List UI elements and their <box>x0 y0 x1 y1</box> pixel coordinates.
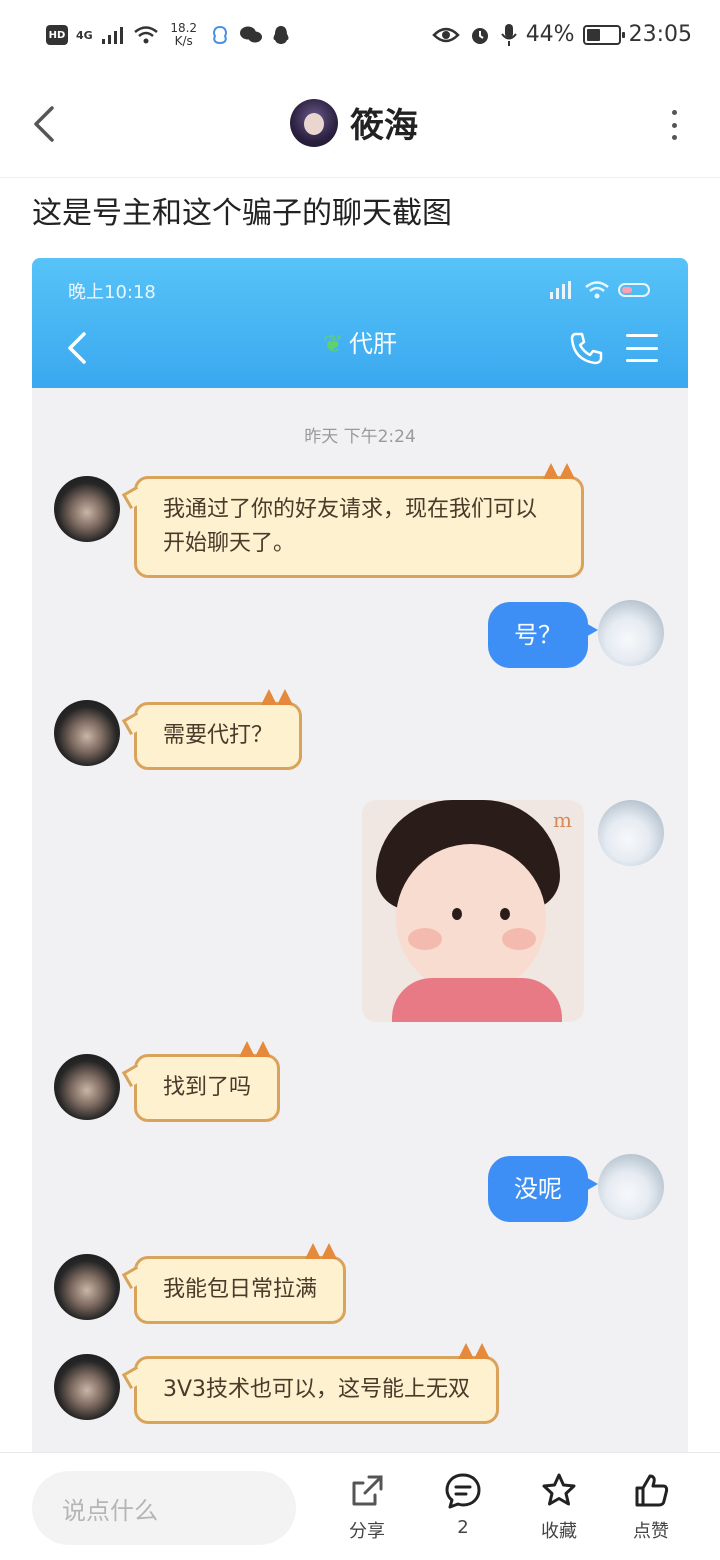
post-text: 这是号主和这个骗子的聊天截图 <box>32 196 452 231</box>
signal-icon <box>101 27 123 44</box>
favorite-label: 收藏 <box>541 1521 577 1542</box>
cat-ears-decoration <box>259 687 295 705</box>
wifi-icon <box>133 26 158 44</box>
message-bubble-right: 号？ <box>488 602 598 668</box>
phone-icon <box>570 332 603 365</box>
chat-status-time: 晚上10:18 <box>68 282 156 303</box>
message-bubble-left: 我能包日常拉满 <box>134 1243 347 1324</box>
status-right: 44% 23:05 <box>431 22 692 47</box>
message-text: 号？ <box>514 621 562 649</box>
comment-icon <box>445 1473 481 1509</box>
favorite-button[interactable]: 收藏 <box>524 1471 594 1551</box>
message-text: 3V3技术也可以，这号能上无双 <box>163 1377 471 1402</box>
thumbs-up-icon <box>635 1474 669 1507</box>
back-button[interactable] <box>26 102 66 146</box>
chat-header: 晚上10:18 ❦ 代肝 <box>32 258 688 388</box>
wifi-icon <box>585 281 609 299</box>
qq-icon <box>273 26 289 44</box>
message-text: 没呢 <box>514 1175 562 1203</box>
contact-avatar <box>54 1254 120 1320</box>
share-button[interactable]: 分享 <box>332 1471 402 1551</box>
chat-contact-name: 代肝 <box>349 330 398 358</box>
menu-icon <box>626 334 658 362</box>
clock: 23:05 <box>628 22 692 47</box>
share-label: 分享 <box>349 1521 385 1542</box>
alarm-icon <box>471 27 488 44</box>
message-bubble-left: 3V3技术也可以，这号能上无双 <box>134 1343 500 1424</box>
share-icon <box>352 1475 383 1506</box>
cat-ears-decoration <box>303 1241 339 1259</box>
contact-avatar <box>54 700 120 766</box>
user-avatar <box>598 1154 664 1220</box>
more-options-button[interactable] <box>668 110 680 140</box>
like-label: 点赞 <box>633 1521 669 1542</box>
message-bubble-left: 需要代打？ <box>134 689 303 770</box>
author-name[interactable]: 筱海 <box>350 98 418 147</box>
battery-icon <box>582 24 625 45</box>
more-dot-icon <box>671 135 677 140</box>
message-bubble-left: 我通过了你的好友请求，现在我们可以开始聊天了。 <box>134 463 584 578</box>
more-dot-icon <box>671 122 677 128</box>
watermark: m <box>553 808 572 832</box>
chat-status-icons <box>546 280 650 300</box>
like-button[interactable]: 点赞 <box>616 1471 686 1551</box>
chevron-left-icon <box>34 106 54 142</box>
star-icon <box>542 1473 576 1506</box>
speed-unit: K/s <box>174 34 193 48</box>
post-header: 筱海 <box>0 80 720 178</box>
hd-badge: HD <box>46 25 68 45</box>
message-text: 我能包日常拉满 <box>163 1277 318 1302</box>
app-notification-icon <box>212 25 227 45</box>
message-text: 需要代打？ <box>163 723 274 748</box>
eye-icon <box>431 27 460 42</box>
message-text: 找到了吗 <box>163 1075 252 1100</box>
battery-percent: 44% <box>525 22 575 47</box>
microphone-icon <box>500 23 517 46</box>
network-type: 4G <box>76 28 93 42</box>
contact-avatar <box>54 1354 120 1420</box>
wechat-icon <box>239 26 262 43</box>
battery-icon <box>618 283 650 297</box>
user-avatar <box>598 800 664 866</box>
sprout-icon: ❦ <box>322 330 344 358</box>
cat-ears-decoration <box>456 1341 492 1359</box>
message-bubble-left: 找到了吗 <box>134 1041 281 1122</box>
message-bubble-right: 没呢 <box>488 1156 598 1222</box>
signal-icon <box>550 281 571 299</box>
comment-count: 2 <box>457 1517 469 1538</box>
user-avatar <box>598 600 664 666</box>
cat-ears-decoration <box>541 461 577 479</box>
status-bar: HD 4G 18.2 K/s 44% 23:05 <box>0 0 720 80</box>
cat-ears-decoration <box>237 1039 273 1057</box>
chat-date-label: 昨天 下午2:24 <box>304 427 416 447</box>
battery-level-fill <box>586 28 600 41</box>
comment-button[interactable]: 2 <box>428 1471 498 1551</box>
sticker-image: m <box>362 800 584 1022</box>
more-dot-icon <box>671 110 677 115</box>
status-left: HD 4G 18.2 K/s <box>46 22 291 48</box>
network-speed: 18.2 K/s <box>167 22 201 48</box>
comment-placeholder: 说点什么 <box>62 1496 158 1525</box>
contact-avatar <box>54 1054 120 1120</box>
comment-input[interactable]: 说点什么 <box>32 1471 296 1545</box>
bottom-action-bar: 说点什么 分享 2 收藏 点赞 <box>0 1452 720 1560</box>
chat-screenshot-image[interactable]: 晚上10:18 ❦ 代肝 昨天 下午2:24 我通过了你的好友请求，现在我们可以开… <box>32 258 688 1458</box>
contact-avatar <box>54 476 120 542</box>
author-info[interactable]: 筱海 <box>290 98 418 147</box>
message-text: 我通过了你的好友请求，现在我们可以开始聊天了。 <box>163 497 538 556</box>
author-avatar[interactable] <box>290 98 338 147</box>
